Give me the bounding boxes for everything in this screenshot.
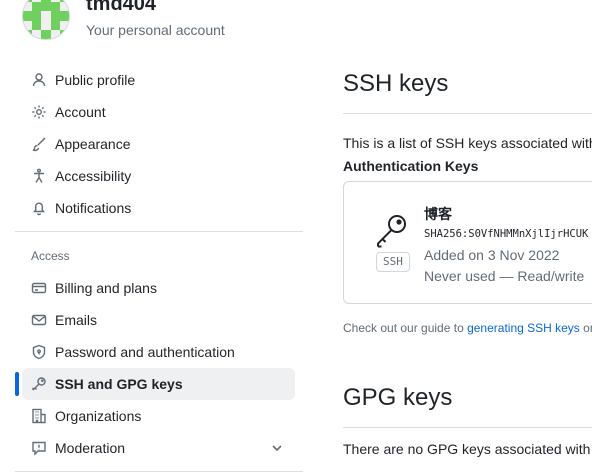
sidebar-item-appearance[interactable]: Appearance — [22, 128, 295, 160]
ssh-keys-description: This is a list of SSH keys associated wi… — [343, 135, 592, 151]
ssh-key-title: 博客 — [424, 206, 452, 222]
sidebar-item-accessibility[interactable]: Accessibility — [22, 160, 295, 192]
sidebar-item-emails[interactable]: Emails — [22, 304, 295, 336]
sidebar-item-label: Public profile — [55, 72, 136, 88]
heading-rule — [343, 427, 592, 428]
chevron-down-icon[interactable] — [269, 440, 285, 456]
accessibility-icon — [31, 168, 47, 184]
guide-suffix: or — [583, 321, 592, 335]
sidebar-item-notifications[interactable]: Notifications — [22, 192, 295, 224]
key-icon — [31, 376, 47, 392]
account-subtitle: Your personal account — [86, 22, 225, 38]
ssh-guide-text: Check out our guide to generating SSH ke… — [343, 321, 592, 335]
account-username[interactable]: tmd404 — [86, 0, 156, 16]
sidebar-item-moderation[interactable]: Moderation — [22, 432, 295, 464]
sidebar-item-label: Organizations — [55, 408, 142, 424]
gpg-keys-empty-text: There are no GPG keys associated with y — [343, 441, 592, 457]
avatar[interactable] — [22, 0, 70, 40]
sidebar-item-billing[interactable]: Billing and plans — [22, 272, 295, 304]
sidebar-item-label: Appearance — [55, 136, 131, 152]
organization-icon — [31, 408, 47, 424]
sidebar-item-ssh-gpg-keys[interactable]: SSH and GPG keys — [22, 368, 295, 400]
sidebar-item-account[interactable]: Account — [22, 96, 295, 128]
sidebar-divider — [15, 471, 303, 472]
sidebar-item-label: Emails — [55, 312, 98, 328]
sidebar-item-label: Account — [55, 104, 106, 120]
gear-icon — [31, 104, 47, 120]
sidebar-item-label: SSH and GPG keys — [55, 376, 183, 392]
key-icon — [374, 212, 410, 248]
authentication-keys-heading: Authentication Keys — [343, 158, 479, 174]
person-icon — [31, 72, 47, 88]
paintbrush-icon — [31, 136, 47, 152]
settings-page: tmd404 Your personal account Public prof… — [0, 0, 592, 476]
sidebar-item-public-profile[interactable]: Public profile — [22, 64, 295, 96]
ssh-key-added-date: Added on 3 Nov 2022 — [424, 247, 560, 263]
sidebar-item-label: Moderation — [55, 440, 126, 456]
report-icon — [31, 440, 47, 456]
sidebar-item-label: Billing and plans — [55, 280, 157, 296]
ssh-badge: SSH — [376, 252, 410, 272]
sidebar-divider — [15, 231, 303, 232]
sidebar-item-label: Password and authentication — [55, 344, 235, 360]
credit-card-icon — [31, 280, 47, 296]
sidebar-section-access: Access — [31, 249, 70, 263]
bell-icon — [31, 200, 47, 216]
shield-lock-icon — [31, 344, 47, 360]
active-indicator — [15, 372, 19, 396]
sidebar-item-label: Accessibility — [55, 168, 132, 184]
guide-prefix: Check out our guide to — [343, 321, 468, 335]
sidebar-item-label: Notifications — [55, 200, 132, 216]
sidebar-item-password-authentication[interactable]: Password and authentication — [22, 336, 295, 368]
ssh-key-fingerprint: SHA256:S0VfNHMMnXjlIjrHCUK — [424, 228, 589, 240]
gpg-keys-heading: GPG keys — [343, 384, 453, 411]
generating-ssh-keys-link[interactable]: generating SSH keys — [467, 321, 580, 335]
mail-icon — [31, 312, 47, 328]
ssh-keys-heading: SSH keys — [343, 70, 449, 97]
ssh-key-card: SSH 博客 SHA256:S0VfNHMMnXjlIjrHCUK Added … — [343, 181, 592, 304]
sidebar-item-organizations[interactable]: Organizations — [22, 400, 295, 432]
heading-rule — [343, 113, 592, 114]
ssh-key-usage: Never used — Read/write — [424, 268, 585, 284]
